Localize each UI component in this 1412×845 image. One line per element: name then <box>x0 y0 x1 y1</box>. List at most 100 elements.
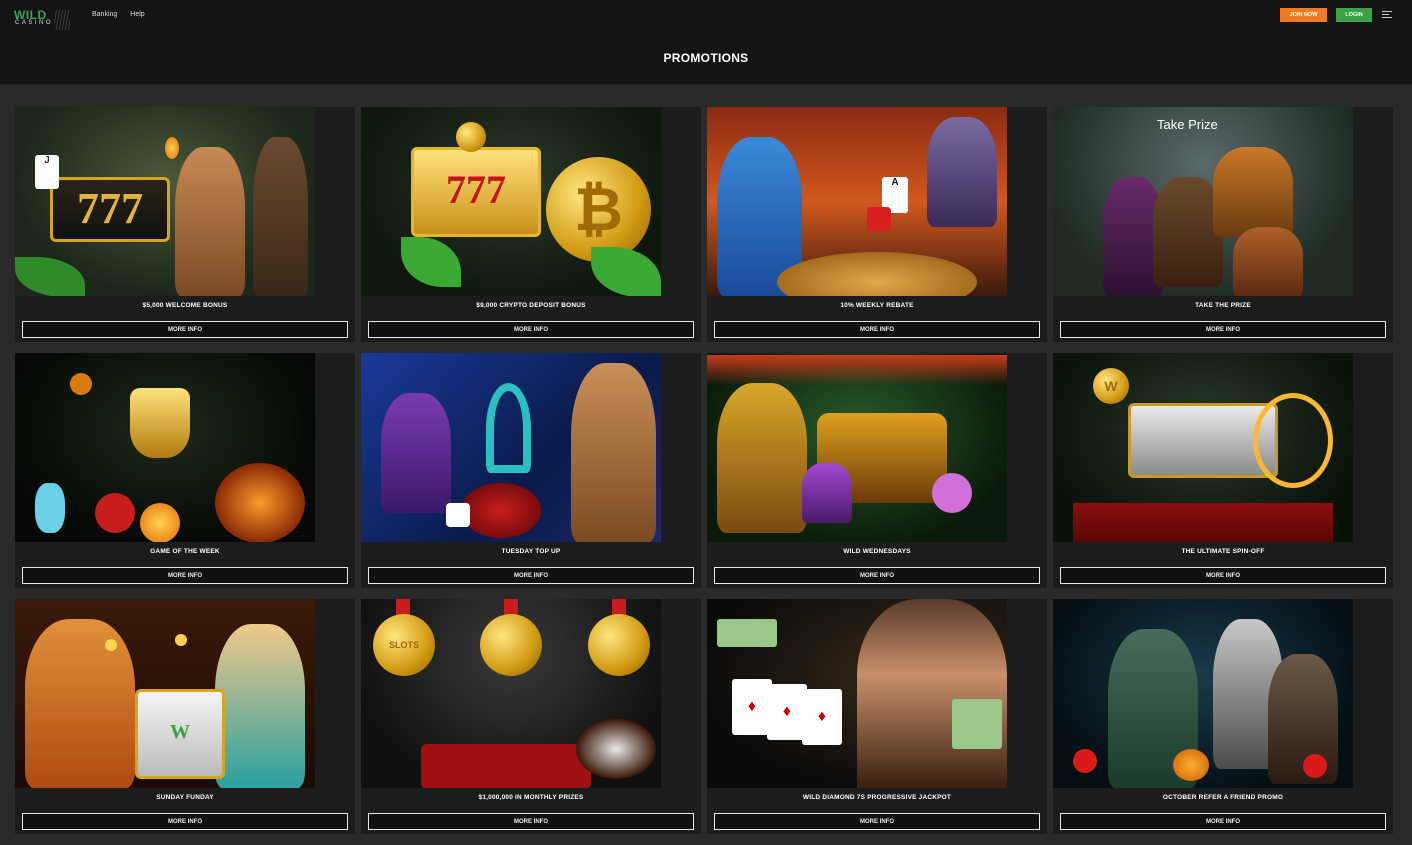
promo-image[interactable]: A <box>707 107 1007 296</box>
more-info-button[interactable]: MORE INFO <box>714 813 1040 830</box>
more-info-button[interactable]: MORE INFO <box>714 567 1040 584</box>
promo-image[interactable]: Take Prize <box>1053 107 1353 296</box>
dinosaur-character-icon <box>1213 147 1293 237</box>
more-info-button[interactable]: MORE INFO <box>1060 567 1386 584</box>
promo-title: $1,000,000 IN MONTHLY PRIZES <box>478 794 584 801</box>
slot-reel-icon: 777 <box>50 177 170 242</box>
promo-card: SLOTS $1,000,000 IN MONTHLY PRIZES MORE … <box>361 599 701 834</box>
adventurer-character-icon <box>253 137 308 296</box>
beetle-icon <box>70 373 92 395</box>
dollar-bill-icon <box>717 619 777 647</box>
login-button[interactable]: LOGIN <box>1336 8 1372 22</box>
more-info-button[interactable]: MORE INFO <box>22 567 348 584</box>
roulette-icon <box>461 483 541 538</box>
more-info-button[interactable]: MORE INFO <box>368 567 694 584</box>
promo-card: OCTOBER REFER A FRIEND PROMO MORE INFO <box>1053 599 1393 834</box>
more-info-button[interactable]: MORE INFO <box>1060 321 1386 338</box>
more-info-button[interactable]: MORE INFO <box>368 321 694 338</box>
explorer-character-icon <box>175 147 245 296</box>
cherry-icon <box>1073 749 1097 773</box>
playing-card-icon: J <box>35 155 59 189</box>
pumpkin-icon <box>1173 749 1209 781</box>
slot-reel-icon: W <box>135 689 225 779</box>
promo-card: 777 J $5,000 WELCOME BONUS MORE INFO <box>15 107 355 342</box>
light-bulb-icon <box>105 639 117 651</box>
promo-card: W THE ULTIMATE SPIN-OFF MORE INFO <box>1053 353 1393 588</box>
promo-title: THE ULTIMATE SPIN-OFF <box>1181 548 1265 555</box>
promo-card: W SUNDAY FUNDAY MORE INFO <box>15 599 355 834</box>
promo-title: SUNDAY FUNDAY <box>156 794 214 801</box>
more-info-button[interactable]: MORE INFO <box>1060 813 1386 830</box>
promo-image[interactable]: W <box>15 599 315 788</box>
light-bulb-icon <box>175 634 187 646</box>
more-info-button[interactable]: MORE INFO <box>22 813 348 830</box>
slots-medal-icon: SLOTS <box>373 614 435 676</box>
wild-casino-logo[interactable]: WILD CASINO <box>14 8 70 32</box>
roulette-medal-icon <box>588 614 650 676</box>
promo-image[interactable]: SLOTS <box>361 599 661 788</box>
playing-card-icon: ♦ <box>767 684 807 740</box>
orange-slice-icon <box>140 503 180 542</box>
dice-icon <box>446 503 470 527</box>
fairy-icon <box>932 473 972 513</box>
roulette-wheel-icon <box>576 719 656 779</box>
trophy-icon <box>130 388 190 458</box>
logo-claw-icon <box>54 10 70 30</box>
promo-image[interactable]: ♦ ♦ ♦ <box>707 599 1007 788</box>
promo-image[interactable] <box>1053 599 1353 788</box>
logo-subtext: CASINO <box>15 20 54 26</box>
promo-card: WILD WEDNESDAYS MORE INFO <box>707 353 1047 588</box>
promo-title: GAME OF THE WEEK <box>150 548 220 555</box>
cleopatra-character-icon <box>571 363 656 542</box>
menu-line <box>1382 17 1392 18</box>
torch-flame-icon <box>165 137 179 159</box>
promo-title: TAKE THE PRIZE <box>1195 302 1251 309</box>
promo-title: WILD DIAMOND 7S PROGRESSIVE JACKPOT <box>802 794 952 801</box>
feather-headdress-icon <box>707 355 1007 385</box>
tribal-warrior-icon <box>717 383 807 533</box>
main-nav: Banking Help <box>92 11 145 18</box>
menu-line <box>1382 14 1389 15</box>
villain-character-icon <box>927 117 997 227</box>
nav-banking-link[interactable]: Banking <box>92 11 117 18</box>
beach-character-icon <box>215 624 305 788</box>
woman-portrait-icon <box>857 599 1007 788</box>
blackjack-medal-icon <box>480 614 542 676</box>
slot-machine-icon: 777 <box>411 147 541 237</box>
promo-title: OCTOBER REFER A FRIEND PROMO <box>1162 794 1284 801</box>
party-character-icon <box>25 619 135 788</box>
promo-title: $5,000 WELCOME BONUS <box>142 302 228 309</box>
promo-image[interactable]: 777 J <box>15 107 315 296</box>
promo-title: TUESDAY TOP UP <box>501 548 561 555</box>
promo-image[interactable]: W <box>1053 353 1353 542</box>
promo-image[interactable] <box>361 353 661 542</box>
bottle-icon <box>35 483 65 533</box>
more-info-button[interactable]: MORE INFO <box>22 321 348 338</box>
cherry-icon <box>1303 754 1327 778</box>
dollar-bill-icon <box>952 699 1002 749</box>
more-info-button[interactable]: MORE INFO <box>368 813 694 830</box>
gold-coin-icon <box>456 122 486 152</box>
promo-image[interactable]: 777 ₿ <box>361 107 661 296</box>
promo-card: Take Prize TAKE THE PRIZE MORE INFO <box>1053 107 1393 342</box>
take-the-prize-logo: Take Prize <box>1157 117 1218 132</box>
join-now-button[interactable]: JOIN NOW <box>1280 8 1327 22</box>
nav-help-link[interactable]: Help <box>130 11 144 18</box>
promo-image[interactable] <box>707 353 1007 542</box>
hamburger-menu-icon[interactable] <box>1382 11 1392 19</box>
monkey-character-icon <box>1233 227 1303 296</box>
promo-card: TUESDAY TOP UP MORE INFO <box>361 353 701 588</box>
fire-icon <box>215 463 305 542</box>
more-info-button[interactable]: MORE INFO <box>714 321 1040 338</box>
top-navigation-bar: WILD CASINO Banking Help JOIN NOW LOGIN … <box>0 0 1412 85</box>
promo-image[interactable] <box>15 353 315 542</box>
promo-card: ♦ ♦ ♦ WILD DIAMOND 7S PROGRESSIVE JACKPO… <box>707 599 1047 834</box>
gold-ring-icon <box>1253 393 1333 488</box>
coin-icon: W <box>1093 368 1129 404</box>
promotions-grid: 777 J $5,000 WELCOME BONUS MORE INFO 777… <box>15 107 1393 834</box>
dice-icon <box>867 207 891 231</box>
playing-card-icon: ♦ <box>802 689 842 745</box>
mask-icon <box>802 463 852 523</box>
promo-card: A 10% WEEKLY REBATE MORE INFO <box>707 107 1047 342</box>
promo-title: 10% WEEKLY REBATE <box>840 302 914 309</box>
